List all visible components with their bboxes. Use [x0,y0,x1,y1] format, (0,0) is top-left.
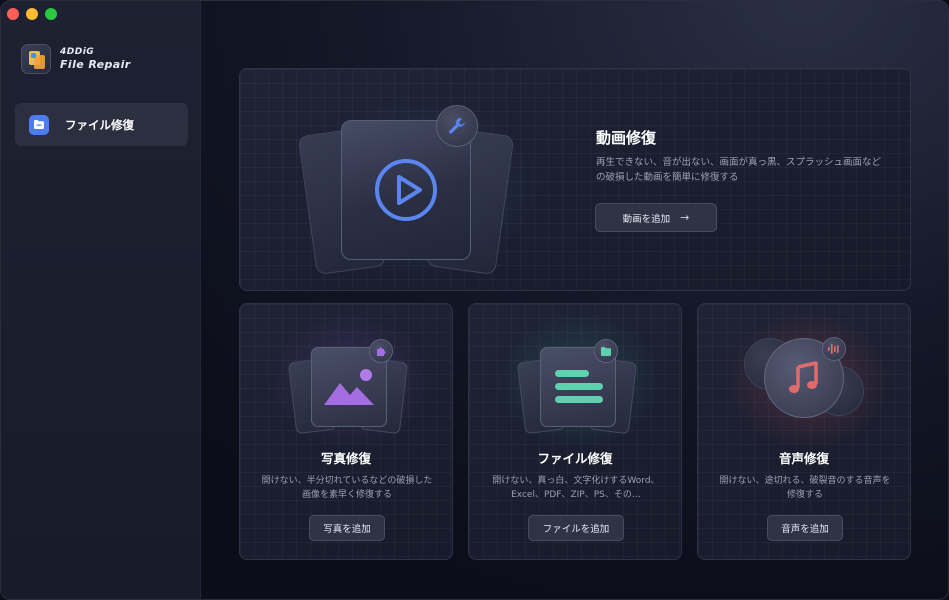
document-lines-icon [555,370,603,403]
brand-line-2: File Repair [60,58,131,71]
audio-repair-title: 音声修復 [778,451,829,466]
add-audio-button[interactable]: 音声を追加 [767,515,843,541]
puzzle-icon [369,339,393,363]
music-note-icon [789,361,818,393]
file-repair-card: ファイル修復 開けない、真っ白、文字化けするWord、Excel、PDF、ZIP… [468,303,682,560]
maximize-window-button[interactable] [45,8,57,20]
brand-name: 4DDiG File Repair [60,47,131,71]
window-controls [7,8,57,20]
add-photo-button-label: 写真を追加 [323,524,371,535]
arrow-right-icon: → [680,211,690,224]
audio-repair-description: 開けない、途切れる、破裂音のする音声を修復する [719,476,891,500]
photo-repair-description: 開けない、半分切れているなどの破損した画像を素早く修復する [261,476,433,500]
brand-line-1: 4DDiG [60,47,95,57]
folder-icon [29,114,49,135]
file-repair-title: ファイル修復 [537,451,613,466]
file-repair-description: 開けない、真っ白、文字化けするWord、Excel、PDF、ZIP、PS、その… [492,476,660,500]
video-repair-title: 動画修復 [596,129,657,147]
image-icon [324,369,374,405]
add-file-button[interactable]: ファイルを追加 [528,515,624,541]
minimize-window-button[interactable] [26,8,38,20]
video-repair-card: 動画修復 再生できない、音が出ない、画面が真っ黒、スプラッシュ画面などの破損した… [239,68,911,291]
add-video-button[interactable]: 動画を追加 → [595,203,717,232]
folder-icon [594,339,618,363]
app-logo-icon [21,44,51,74]
photo-repair-card: 写真修復 開けない、半分切れているなどの破損した画像を素早く修復する 写真を追加 [239,303,453,560]
add-audio-button-label: 音声を追加 [781,524,829,535]
brand: 4DDiG File Repair [21,44,131,74]
video-repair-description: 再生できない、音が出ない、画面が真っ黒、スプラッシュ画面などの破損した動画を簡単… [596,157,882,183]
sidebar: 4DDiG File Repair ファイル修復 [1,1,201,599]
play-icon [375,159,437,221]
add-file-button-label: ファイルを追加 [542,524,610,535]
audio-repair-card: 音声修復 開けない、途切れる、破裂音のする音声を修復する 音声を追加 [697,303,911,560]
photo-repair-title: 写真修復 [320,451,371,466]
close-window-button[interactable] [7,8,19,20]
add-photo-button[interactable]: 写真を追加 [309,515,385,541]
app-window: 4DDiG File Repair ファイル修復 動画修復 再生できない、音が出… [0,0,949,600]
sound-wave-icon [822,337,846,361]
wrench-icon [436,105,478,147]
sidebar-item-file-repair[interactable]: ファイル修復 [15,103,188,146]
sidebar-item-label: ファイル修復 [65,117,134,132]
add-video-button-label: 動画を追加 [622,213,671,225]
